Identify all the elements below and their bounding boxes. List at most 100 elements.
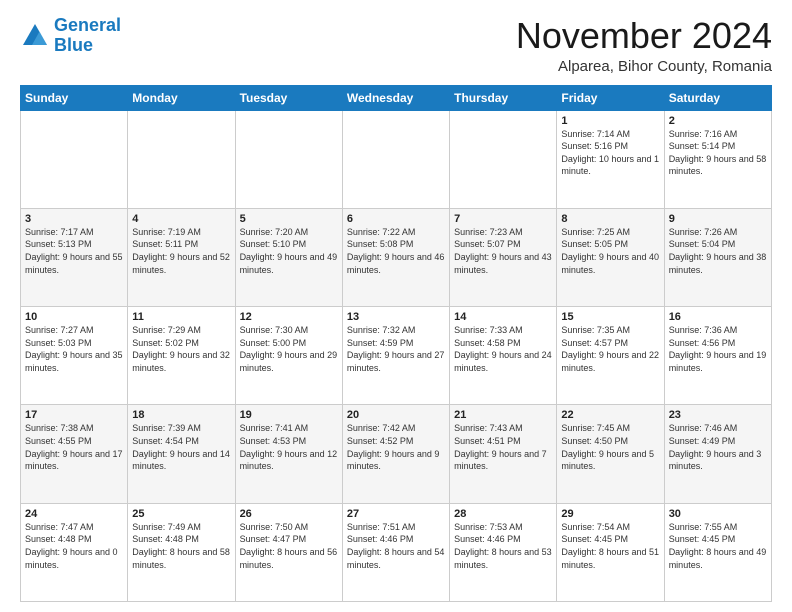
day-info: Sunrise: 7:27 AM Sunset: 5:03 PM Dayligh… [25, 324, 123, 374]
day-number: 10 [25, 311, 123, 323]
header-cell-thursday: Thursday [450, 85, 557, 110]
day-number: 23 [669, 409, 767, 421]
logo-line1: General [54, 15, 121, 35]
day-cell: 21Sunrise: 7:43 AM Sunset: 4:51 PM Dayli… [450, 405, 557, 503]
day-cell: 25Sunrise: 7:49 AM Sunset: 4:48 PM Dayli… [128, 503, 235, 601]
day-number: 1 [561, 115, 659, 127]
day-cell: 13Sunrise: 7:32 AM Sunset: 4:59 PM Dayli… [342, 307, 449, 405]
day-info: Sunrise: 7:39 AM Sunset: 4:54 PM Dayligh… [132, 422, 230, 472]
day-number: 7 [454, 213, 552, 225]
day-number: 2 [669, 115, 767, 127]
day-cell: 30Sunrise: 7:55 AM Sunset: 4:45 PM Dayli… [664, 503, 771, 601]
logo-text: General Blue [54, 16, 121, 56]
day-cell: 29Sunrise: 7:54 AM Sunset: 4:45 PM Dayli… [557, 503, 664, 601]
day-info: Sunrise: 7:42 AM Sunset: 4:52 PM Dayligh… [347, 422, 445, 472]
day-info: Sunrise: 7:19 AM Sunset: 5:11 PM Dayligh… [132, 226, 230, 276]
day-number: 29 [561, 508, 659, 520]
day-cell: 9Sunrise: 7:26 AM Sunset: 5:04 PM Daylig… [664, 208, 771, 306]
header-cell-tuesday: Tuesday [235, 85, 342, 110]
day-cell: 23Sunrise: 7:46 AM Sunset: 4:49 PM Dayli… [664, 405, 771, 503]
day-info: Sunrise: 7:30 AM Sunset: 5:00 PM Dayligh… [240, 324, 338, 374]
day-cell: 16Sunrise: 7:36 AM Sunset: 4:56 PM Dayli… [664, 307, 771, 405]
logo-icon [20, 21, 50, 51]
day-cell: 19Sunrise: 7:41 AM Sunset: 4:53 PM Dayli… [235, 405, 342, 503]
day-info: Sunrise: 7:46 AM Sunset: 4:49 PM Dayligh… [669, 422, 767, 472]
day-cell [342, 110, 449, 208]
day-cell [235, 110, 342, 208]
day-number: 25 [132, 508, 230, 520]
header-cell-monday: Monday [128, 85, 235, 110]
day-info: Sunrise: 7:49 AM Sunset: 4:48 PM Dayligh… [132, 521, 230, 571]
day-number: 3 [25, 213, 123, 225]
day-info: Sunrise: 7:43 AM Sunset: 4:51 PM Dayligh… [454, 422, 552, 472]
calendar-body: 1Sunrise: 7:14 AM Sunset: 5:16 PM Daylig… [21, 110, 772, 601]
day-info: Sunrise: 7:51 AM Sunset: 4:46 PM Dayligh… [347, 521, 445, 571]
day-number: 28 [454, 508, 552, 520]
day-number: 19 [240, 409, 338, 421]
day-number: 18 [132, 409, 230, 421]
day-info: Sunrise: 7:26 AM Sunset: 5:04 PM Dayligh… [669, 226, 767, 276]
logo-line2: Blue [54, 35, 93, 55]
day-info: Sunrise: 7:16 AM Sunset: 5:14 PM Dayligh… [669, 128, 767, 178]
logo: General Blue [20, 16, 121, 56]
day-number: 17 [25, 409, 123, 421]
day-info: Sunrise: 7:36 AM Sunset: 4:56 PM Dayligh… [669, 324, 767, 374]
day-info: Sunrise: 7:54 AM Sunset: 4:45 PM Dayligh… [561, 521, 659, 571]
day-number: 14 [454, 311, 552, 323]
day-info: Sunrise: 7:38 AM Sunset: 4:55 PM Dayligh… [25, 422, 123, 472]
week-row-1: 1Sunrise: 7:14 AM Sunset: 5:16 PM Daylig… [21, 110, 772, 208]
day-number: 20 [347, 409, 445, 421]
day-cell: 4Sunrise: 7:19 AM Sunset: 5:11 PM Daylig… [128, 208, 235, 306]
day-number: 13 [347, 311, 445, 323]
day-info: Sunrise: 7:20 AM Sunset: 5:10 PM Dayligh… [240, 226, 338, 276]
day-number: 16 [669, 311, 767, 323]
day-number: 24 [25, 508, 123, 520]
day-cell: 2Sunrise: 7:16 AM Sunset: 5:14 PM Daylig… [664, 110, 771, 208]
day-cell: 6Sunrise: 7:22 AM Sunset: 5:08 PM Daylig… [342, 208, 449, 306]
day-cell: 12Sunrise: 7:30 AM Sunset: 5:00 PM Dayli… [235, 307, 342, 405]
day-cell: 8Sunrise: 7:25 AM Sunset: 5:05 PM Daylig… [557, 208, 664, 306]
day-cell: 3Sunrise: 7:17 AM Sunset: 5:13 PM Daylig… [21, 208, 128, 306]
day-number: 8 [561, 213, 659, 225]
day-info: Sunrise: 7:35 AM Sunset: 4:57 PM Dayligh… [561, 324, 659, 374]
day-number: 6 [347, 213, 445, 225]
day-info: Sunrise: 7:29 AM Sunset: 5:02 PM Dayligh… [132, 324, 230, 374]
title-block: November 2024 Alparea, Bihor County, Rom… [516, 16, 772, 75]
day-cell: 26Sunrise: 7:50 AM Sunset: 4:47 PM Dayli… [235, 503, 342, 601]
header-cell-sunday: Sunday [21, 85, 128, 110]
header-cell-wednesday: Wednesday [342, 85, 449, 110]
header-row: SundayMondayTuesdayWednesdayThursdayFrid… [21, 85, 772, 110]
day-cell: 17Sunrise: 7:38 AM Sunset: 4:55 PM Dayli… [21, 405, 128, 503]
day-cell: 14Sunrise: 7:33 AM Sunset: 4:58 PM Dayli… [450, 307, 557, 405]
header-cell-friday: Friday [557, 85, 664, 110]
main-title: November 2024 [516, 16, 772, 56]
day-info: Sunrise: 7:55 AM Sunset: 4:45 PM Dayligh… [669, 521, 767, 571]
day-cell: 22Sunrise: 7:45 AM Sunset: 4:50 PM Dayli… [557, 405, 664, 503]
day-cell: 18Sunrise: 7:39 AM Sunset: 4:54 PM Dayli… [128, 405, 235, 503]
day-cell: 20Sunrise: 7:42 AM Sunset: 4:52 PM Dayli… [342, 405, 449, 503]
day-info: Sunrise: 7:17 AM Sunset: 5:13 PM Dayligh… [25, 226, 123, 276]
day-number: 22 [561, 409, 659, 421]
day-info: Sunrise: 7:47 AM Sunset: 4:48 PM Dayligh… [25, 521, 123, 571]
header-cell-saturday: Saturday [664, 85, 771, 110]
calendar-header: SundayMondayTuesdayWednesdayThursdayFrid… [21, 85, 772, 110]
day-number: 9 [669, 213, 767, 225]
day-cell: 7Sunrise: 7:23 AM Sunset: 5:07 PM Daylig… [450, 208, 557, 306]
day-cell: 5Sunrise: 7:20 AM Sunset: 5:10 PM Daylig… [235, 208, 342, 306]
day-number: 21 [454, 409, 552, 421]
day-info: Sunrise: 7:32 AM Sunset: 4:59 PM Dayligh… [347, 324, 445, 374]
day-info: Sunrise: 7:50 AM Sunset: 4:47 PM Dayligh… [240, 521, 338, 571]
day-info: Sunrise: 7:25 AM Sunset: 5:05 PM Dayligh… [561, 226, 659, 276]
day-cell: 27Sunrise: 7:51 AM Sunset: 4:46 PM Dayli… [342, 503, 449, 601]
day-cell: 1Sunrise: 7:14 AM Sunset: 5:16 PM Daylig… [557, 110, 664, 208]
day-cell: 11Sunrise: 7:29 AM Sunset: 5:02 PM Dayli… [128, 307, 235, 405]
day-number: 26 [240, 508, 338, 520]
day-cell [128, 110, 235, 208]
day-info: Sunrise: 7:53 AM Sunset: 4:46 PM Dayligh… [454, 521, 552, 571]
week-row-2: 3Sunrise: 7:17 AM Sunset: 5:13 PM Daylig… [21, 208, 772, 306]
header: General Blue November 2024 Alparea, Biho… [20, 16, 772, 75]
subtitle: Alparea, Bihor County, Romania [516, 58, 772, 75]
week-row-4: 17Sunrise: 7:38 AM Sunset: 4:55 PM Dayli… [21, 405, 772, 503]
day-info: Sunrise: 7:14 AM Sunset: 5:16 PM Dayligh… [561, 128, 659, 178]
week-row-3: 10Sunrise: 7:27 AM Sunset: 5:03 PM Dayli… [21, 307, 772, 405]
